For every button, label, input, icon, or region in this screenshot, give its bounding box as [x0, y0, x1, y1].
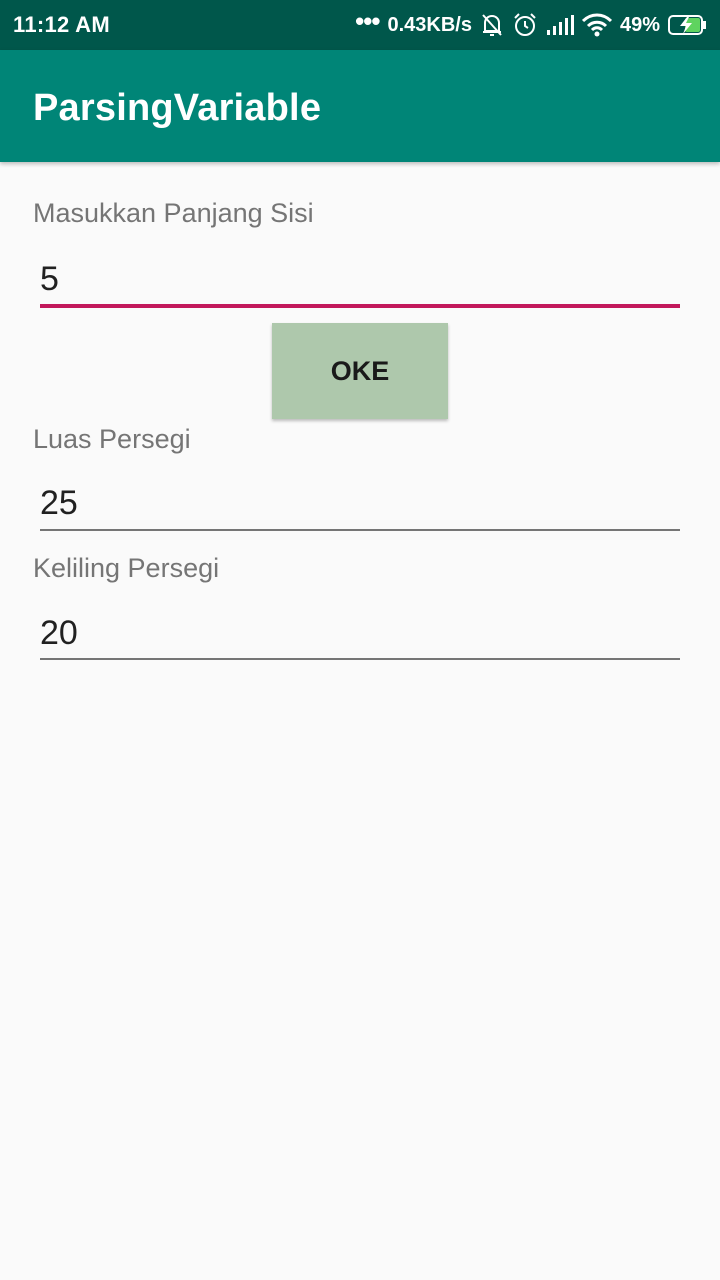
app-bar: ParsingVariable [0, 50, 720, 162]
side-length-input-underline [40, 304, 680, 308]
perimeter-label: Keliling Persegi [33, 553, 220, 583]
oke-button[interactable]: OKE [272, 323, 448, 419]
area-field-underline [40, 529, 680, 531]
status-time: 11:12 AM [13, 12, 110, 37]
network-speed: 0.43KB/s [387, 13, 472, 36]
more-dots-icon: ••• [355, 6, 380, 36]
perimeter-field[interactable]: 20 [40, 614, 680, 653]
app-title: ParsingVariable [33, 87, 322, 129]
status-icons: ••• 0.43KB/s 49% [355, 8, 708, 38]
area-field[interactable]: 25 [40, 484, 680, 523]
signal-icon [546, 14, 574, 36]
wifi-icon [581, 13, 612, 37]
side-length-input[interactable]: 5 [40, 260, 680, 299]
battery-percent: 49% [619, 13, 660, 36]
perimeter-field-underline [40, 658, 680, 660]
mute-bell-icon [480, 12, 504, 38]
status-bar: 11:12 AM ••• 0.43KB/s 49% [0, 0, 720, 50]
alarm-icon [512, 12, 538, 38]
side-length-label: Masukkan Panjang Sisi [33, 198, 314, 228]
battery-charging-icon [668, 14, 708, 36]
area-label: Luas Persegi [33, 424, 191, 454]
